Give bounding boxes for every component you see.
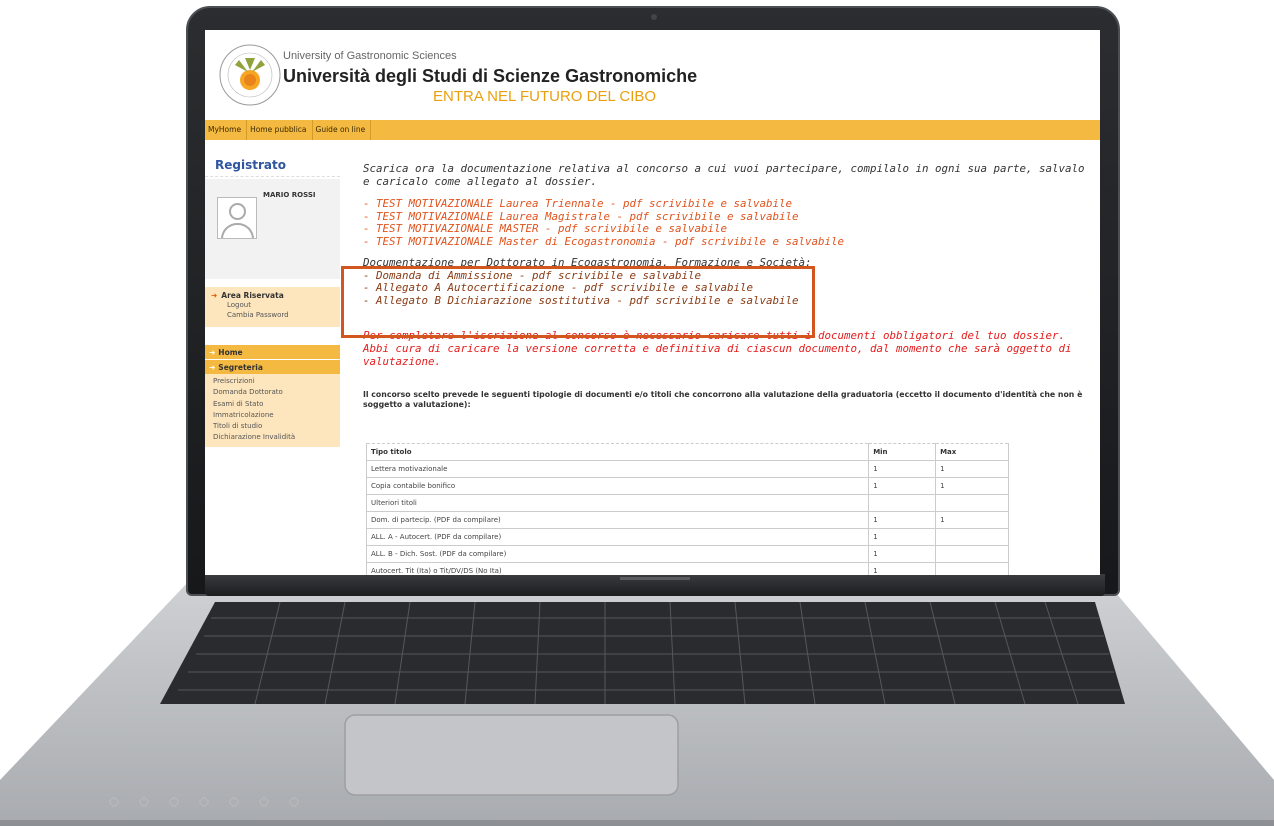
- keyboard-illustration: [0, 580, 1274, 826]
- sidebar-item-preiscrizioni[interactable]: Preiscrizioni: [205, 376, 340, 387]
- university-seal-logo[interactable]: [215, 40, 285, 110]
- concorso-description: Il concorso scelto prevede le seguenti t…: [363, 390, 1083, 409]
- dottorato-docs-title: Documentazione per Dottorato in Ecogastr…: [363, 256, 812, 269]
- table-row: ALL. B - Dich. Sost. (PDF da compilare) …: [365, 545, 1009, 563]
- table-cell: [935, 494, 1009, 512]
- table-header-row: Tipo titolo Min Max: [365, 443, 1009, 461]
- table-cell: [935, 528, 1009, 546]
- sidebar-item-segreteria[interactable]: ➜ Segreteria: [205, 360, 340, 374]
- table-cell: Lettera motivazionale: [365, 460, 870, 478]
- webcam: [651, 14, 657, 20]
- brand-logo-strip: [620, 577, 690, 580]
- avatar-body-icon: [221, 223, 254, 238]
- change-password-link[interactable]: Cambia Password: [205, 310, 340, 320]
- laptop-scene: University of Gastronomic Sciences Unive…: [0, 0, 1274, 826]
- laptop-base: [0, 580, 1274, 826]
- table-cell: 1: [868, 460, 937, 478]
- main-content: Scarica ora la documentazione relativa a…: [363, 162, 1093, 410]
- sidebar-item-segreteria-label: Segreteria: [218, 363, 263, 372]
- browser-viewport: University of Gastronomic Sciences Unive…: [205, 30, 1100, 575]
- logout-link[interactable]: Logout: [205, 300, 340, 310]
- user-box: MARIO ROSSI: [205, 179, 340, 279]
- table-cell: 1: [868, 562, 937, 575]
- table-row: Copia contabile bonifico 1 1: [365, 477, 1009, 495]
- table-row: Ulteriori titoli: [365, 494, 1009, 512]
- sidebar-item-dichiarazione-invalidita[interactable]: Dichiarazione Invalidità: [205, 432, 340, 443]
- sidebar-item-domanda-dottorato[interactable]: Domanda Dottorato: [205, 387, 340, 398]
- table-row: ALL. A - Autocert. (PDF da compilare) 1: [365, 528, 1009, 546]
- sidebar-title: Registrato: [205, 154, 340, 177]
- column-header: Tipo titolo: [365, 443, 870, 461]
- avatar: [217, 197, 257, 239]
- link-allegato-a[interactable]: - Allegato A Autocertificazione - pdf sc…: [363, 281, 1093, 295]
- intro-text: Scarica ora la documentazione relativa a…: [363, 162, 1085, 188]
- table-row: Lettera motivazionale 1 1: [365, 460, 1009, 478]
- table-row: Dom. di partecip. (PDF da compilare) 1 1: [365, 511, 1009, 529]
- table-cell: Dom. di partecip. (PDF da compilare): [365, 511, 870, 529]
- university-name-italian: Università degli Studi di Scienze Gastro…: [283, 66, 698, 86]
- column-header: Min: [868, 443, 937, 461]
- avatar-head-icon: [229, 203, 246, 220]
- sidebar-item-immatricolazione[interactable]: Immatricolazione: [205, 410, 340, 421]
- nav-home-pubblica[interactable]: Home pubblica: [247, 120, 313, 140]
- table-cell: [935, 562, 1009, 575]
- link-test-triennale[interactable]: - TEST MOTIVAZIONALE Laurea Triennale - …: [363, 197, 1093, 211]
- sidebar-item-esami-di-stato[interactable]: Esami di Stato: [205, 399, 340, 410]
- area-riservata: ➜ Area Riservata Logout Cambia Password: [205, 287, 340, 327]
- sidebar-item-home-label: Home: [218, 348, 243, 357]
- column-header: Max: [935, 443, 1009, 461]
- table-cell: [868, 494, 937, 512]
- area-riservata-title: ➜ Area Riservata: [205, 291, 340, 300]
- table-cell: [935, 545, 1009, 563]
- test-links: - TEST MOTIVAZIONALE Laurea Triennale - …: [363, 197, 1093, 249]
- table-cell: 1: [868, 477, 937, 495]
- link-test-master[interactable]: - TEST MOTIVAZIONALE MASTER - pdf scrivi…: [363, 222, 1093, 236]
- table-cell: 1: [935, 511, 1009, 529]
- sidebar-item-titoli-di-studio[interactable]: Titoli di studio: [205, 421, 340, 432]
- table-cell: 1: [868, 528, 937, 546]
- dottorato-docs: Documentazione per Dottorato in Ecogastr…: [363, 256, 1093, 308]
- speaker-grille: [108, 796, 300, 808]
- table-cell: 1: [868, 545, 937, 563]
- table-cell: Copia contabile bonifico: [365, 477, 870, 495]
- table-cell: Autocert. Tit (Ita) o Tit/DV/DS (No Ita): [365, 562, 870, 575]
- top-navbar: MyHome Home pubblica Guide on line: [205, 120, 1100, 140]
- warning-text: Per completare l'iscrizione al concorso …: [363, 329, 1072, 368]
- area-riservata-label: Area Riservata: [221, 291, 284, 300]
- table-cell: 1: [935, 477, 1009, 495]
- username: MARIO ROSSI: [263, 191, 316, 199]
- nav-guide-online[interactable]: Guide on line: [313, 120, 372, 140]
- arrow-right-icon: ➜: [209, 363, 216, 372]
- table-cell: Ulteriori titoli: [365, 494, 870, 512]
- university-name-english: University of Gastronomic Sciences: [283, 50, 457, 62]
- nav-myhome[interactable]: MyHome: [205, 120, 248, 140]
- link-test-master-ecogastronomia[interactable]: - TEST MOTIVAZIONALE Master di Ecogastro…: [363, 235, 1093, 249]
- table-row: Autocert. Tit (Ita) o Tit/DV/DS (No Ita)…: [365, 562, 1009, 575]
- table-cell: 1: [935, 460, 1009, 478]
- table-cell: 1: [868, 511, 937, 529]
- link-allegato-b[interactable]: - Allegato B Dichiarazione sostitutiva -…: [363, 294, 1093, 308]
- titles-table: Tipo titolo Min Max Lettera motivazional…: [365, 443, 1009, 575]
- segreteria-submenu: Preiscrizioni Domanda Dottorato Esami di…: [205, 374, 340, 447]
- site-header: University of Gastronomic Sciences Unive…: [205, 30, 1100, 118]
- site-tagline: ENTRA NEL FUTURO DEL CIBO: [433, 88, 657, 105]
- table-cell: ALL. B - Dich. Sost. (PDF da compilare): [365, 545, 870, 563]
- sidebar: Registrato MARIO ROSSI ➜ Area Riservata L…: [205, 154, 340, 447]
- arrow-right-icon: ➜: [211, 291, 218, 300]
- arrow-right-icon: ➜: [209, 348, 216, 357]
- table-cell: ALL. A - Autocert. (PDF da compilare): [365, 528, 870, 546]
- sidebar-item-home[interactable]: ➜ Home: [205, 345, 340, 359]
